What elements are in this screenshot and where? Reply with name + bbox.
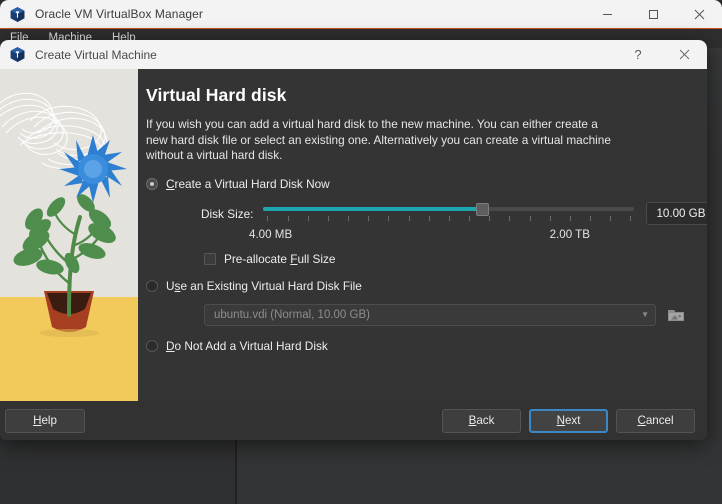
slider-tick	[348, 215, 350, 221]
radio-label-create-now: Create a Virtual Hard Disk Now	[166, 176, 330, 191]
slider-tick	[489, 215, 491, 221]
wizard-illustration	[0, 69, 138, 401]
slider-tick	[388, 215, 390, 221]
radio-label-use-existing: Use an Existing Virtual Hard Disk File	[166, 278, 362, 293]
slider-tick	[509, 215, 511, 221]
slider-tick	[549, 215, 551, 221]
folder-disk-browse-icon[interactable]	[666, 305, 686, 325]
chevron-down-icon: ▼	[641, 309, 649, 319]
radio-indicator-unselected	[146, 339, 158, 352]
close-icon[interactable]	[661, 40, 707, 69]
help-button[interactable]: Help	[5, 408, 85, 433]
page-description: If you wish you can add a virtual hard d…	[146, 117, 611, 162]
minimize-icon[interactable]	[584, 0, 630, 28]
slider-tick	[448, 215, 450, 221]
radio-create-virtual-hard-disk-now[interactable]: Create a Virtual Hard Disk Now	[146, 177, 687, 191]
slider-tick	[368, 215, 370, 221]
slider-tick	[428, 215, 430, 221]
slider-tick	[569, 215, 571, 221]
disk-size-label: Disk Size:	[201, 206, 254, 221]
slider-handle[interactable]	[476, 202, 490, 216]
existing-disk-value: ubuntu.vdi (Normal, 10.00 GB)	[214, 308, 370, 321]
radio-indicator-unselected	[146, 279, 158, 292]
radio-label-do-not-add: Do Not Add a Virtual Hard Disk	[166, 338, 328, 353]
disk-size-max-label: 2.00 TB	[549, 227, 590, 241]
slider-tick	[327, 215, 329, 221]
checkbox-preallocate-full-size[interactable]: Pre-allocate Full Size	[146, 252, 687, 266]
back-button[interactable]: Back	[442, 408, 521, 433]
checkbox-indicator	[204, 252, 216, 265]
slider-tick	[267, 215, 269, 221]
slider-tick	[529, 215, 531, 221]
radio-do-not-add-virtual-hard-disk[interactable]: Do Not Add a Virtual Hard Disk	[146, 339, 687, 353]
slider-tick	[590, 215, 592, 221]
slider-tick	[630, 215, 632, 221]
next-button[interactable]: Next	[529, 408, 608, 433]
radio-indicator-selected	[146, 177, 158, 190]
existing-disk-combobox[interactable]: ubuntu.vdi (Normal, 10.00 GB) ▼	[204, 303, 656, 326]
dialog-title: Create Virtual Machine	[35, 47, 157, 62]
close-icon[interactable]	[676, 0, 722, 28]
disk-size-range-labels: 4.00 MB 2.00 TB	[146, 228, 668, 241]
disk-size-value-field[interactable]: 10.00 GB	[646, 202, 707, 225]
slider-tick	[408, 215, 410, 221]
slider-tick	[469, 215, 471, 221]
disk-size-slider[interactable]	[263, 202, 635, 226]
slider-tick	[307, 215, 309, 221]
dialog-titlebar: Create Virtual Machine ?	[0, 40, 707, 69]
radio-use-existing-virtual-hard-disk-file[interactable]: Use an Existing Virtual Hard Disk File	[146, 279, 687, 293]
dialog-footer: Help Back Next Cancel	[0, 401, 707, 440]
page-title: Virtual Hard disk	[146, 85, 287, 105]
main-window-titlebar: Oracle VM VirtualBox Manager	[0, 0, 722, 28]
virtualbox-cube-icon	[9, 6, 26, 23]
cancel-button[interactable]: Cancel	[616, 408, 695, 433]
checkbox-label-preallocate: Pre-allocate Full Size	[224, 251, 336, 266]
disk-size-min-label: 4.00 MB	[249, 227, 293, 241]
slider-tick	[610, 215, 612, 221]
virtualbox-cube-icon	[9, 46, 26, 63]
create-virtual-machine-dialog: Create Virtual Machine ? Virtual Hard di…	[0, 40, 707, 440]
dialog-body: Virtual Hard disk If you wish you can ad…	[0, 69, 707, 440]
dialog-window-controls: ?	[615, 40, 707, 69]
dialog-navigation-buttons: Back Next Cancel	[434, 408, 695, 433]
help-question-icon[interactable]: ?	[615, 40, 661, 69]
existing-disk-row: ubuntu.vdi (Normal, 10.00 GB) ▼	[146, 303, 687, 326]
slider-ticks	[263, 215, 634, 222]
main-window-controls	[584, 0, 722, 28]
main-window-title: Oracle VM VirtualBox Manager	[35, 7, 203, 21]
maximize-icon[interactable]	[630, 0, 676, 28]
disk-size-row: Disk Size: 10.00 GB	[146, 202, 707, 226]
slider-tick	[287, 215, 289, 221]
dialog-content: Virtual Hard disk If you wish you can ad…	[138, 69, 707, 401]
slider-fill	[263, 206, 483, 211]
